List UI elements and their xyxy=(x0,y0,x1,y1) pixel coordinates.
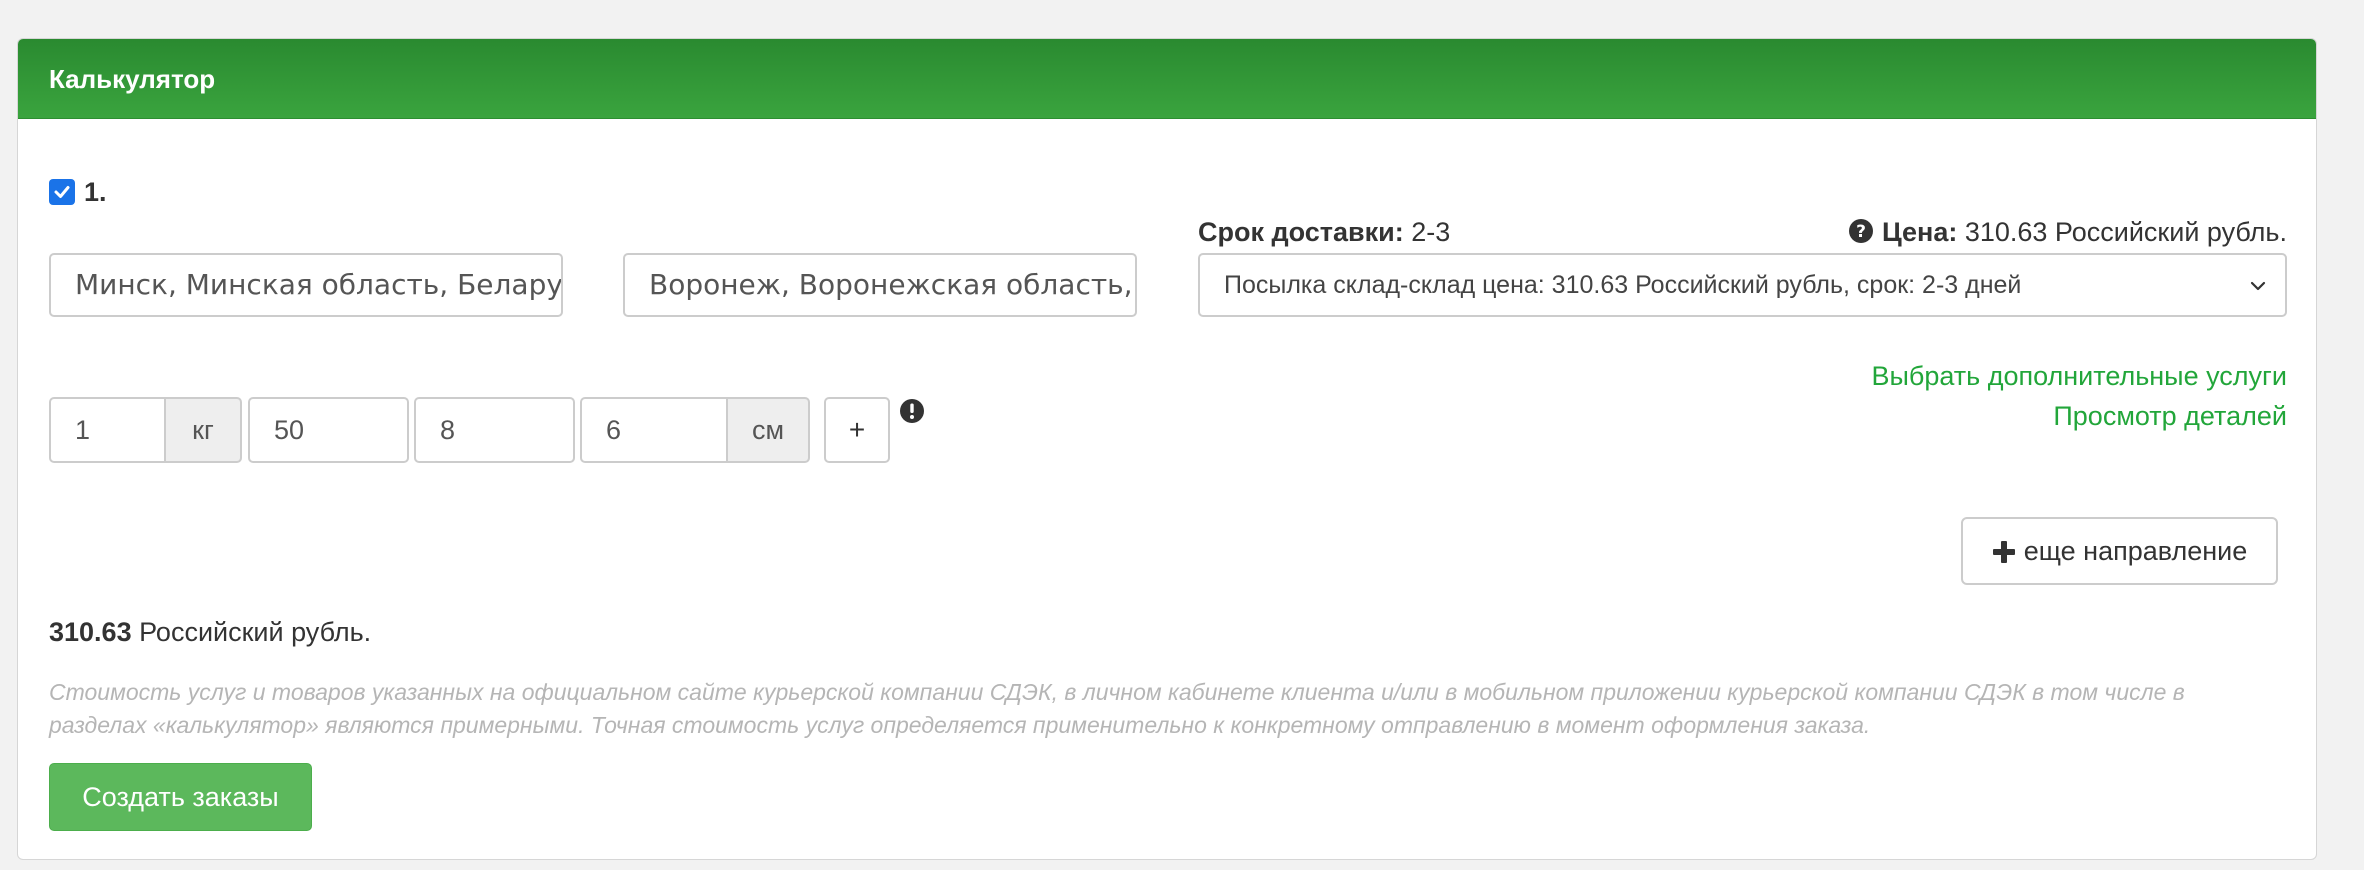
panel-title: Калькулятор xyxy=(18,39,2316,119)
add-direction-label: еще направление xyxy=(2023,536,2248,566)
total-price: 310.63 Российский рубль. xyxy=(49,617,371,648)
route-checkbox[interactable] xyxy=(49,179,75,205)
delivery-price: ? Цена: 310.63 Российский рубль. xyxy=(1848,217,2287,248)
add-package-button[interactable]: + xyxy=(824,397,890,463)
size-unit: см xyxy=(726,397,810,463)
question-circle-icon[interactable]: ? xyxy=(1848,218,1874,244)
to-city-input[interactable]: Воронеж, Воронежская область, Россия xyxy=(623,253,1137,317)
total-amount: 310.63 xyxy=(49,617,132,647)
total-currency: Российский рубль. xyxy=(139,617,372,647)
calculator-panel: Калькулятор 1. Минск, Минская область, Б… xyxy=(17,38,2317,860)
add-direction-button[interactable]: еще направление xyxy=(1961,517,2278,585)
delivery-term-value: 2-3 xyxy=(1411,217,1451,247)
height-input[interactable]: 6 xyxy=(580,397,728,463)
from-city-input[interactable]: Минск, Минская область, Беларусь xyxy=(49,253,563,317)
plus-icon xyxy=(1992,541,2015,563)
weight-input[interactable]: 1 xyxy=(49,397,166,463)
check-icon xyxy=(54,186,70,198)
route-index: 1. xyxy=(84,177,107,207)
chevron-down-icon xyxy=(2250,281,2266,291)
extra-services-link[interactable]: Выбрать дополнительные услуги xyxy=(1871,361,2287,392)
width-input[interactable]: 8 xyxy=(414,397,575,463)
tariff-selected-text: Посылка склад-склад цена: 310.63 Российс… xyxy=(1224,271,2022,299)
disclaimer-text: Стоимость услуг и товаров указанных на о… xyxy=(49,679,2185,738)
weight-unit: кг xyxy=(164,397,242,463)
svg-text:?: ? xyxy=(1856,222,1866,242)
exclamation-circle-icon xyxy=(900,399,924,423)
create-orders-button[interactable]: Создать заказы xyxy=(49,763,312,831)
delivery-term: Срок доставки: 2-3 xyxy=(1198,217,1450,248)
length-input[interactable]: 50 xyxy=(248,397,409,463)
price-label: Цена: xyxy=(1881,217,1958,247)
delivery-term-label: Срок доставки: xyxy=(1198,217,1404,247)
price-value: 310.63 Российский рубль. xyxy=(1964,217,2287,247)
details-link[interactable]: Просмотр деталей xyxy=(2053,401,2287,432)
tariff-select[interactable]: Посылка склад-склад цена: 310.63 Российс… xyxy=(1198,253,2287,317)
